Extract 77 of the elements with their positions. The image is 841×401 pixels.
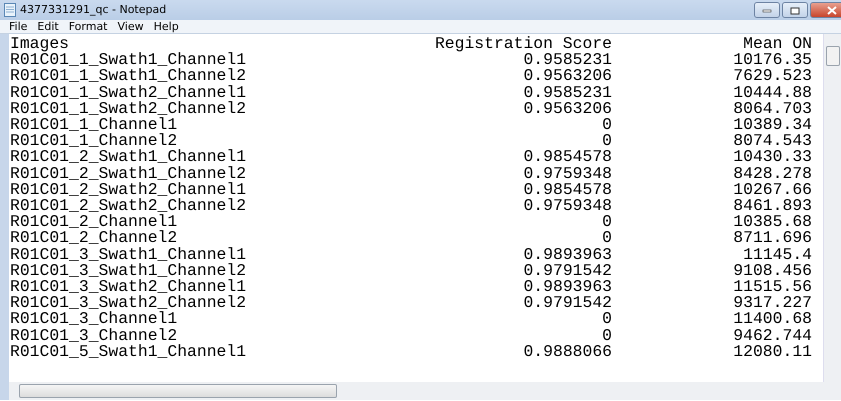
- table-cell-text: 11400.68: [732, 311, 812, 328]
- table-cell-text: R01C01_2_Swath1_Channel2: [10, 166, 248, 182]
- table-cell-text: 0.9791542: [522, 295, 612, 312]
- minimize-button[interactable]: [754, 2, 780, 18]
- table-cell-text: 8428.278: [732, 166, 812, 182]
- table-cell-text: 0.9854578: [522, 149, 612, 166]
- menu-item[interactable]: File: [4, 20, 32, 33]
- table-cell-text: 8064.703: [732, 100, 812, 118]
- table-cell-text: 7629.523: [732, 68, 812, 85]
- table-cell-text: 0.9893963: [522, 279, 612, 296]
- table-cell-text: 11515.56: [732, 279, 812, 296]
- table-cell-text: R01C01_1_Channel1: [10, 117, 178, 134]
- table-cell-text: 0.9563206: [522, 100, 612, 118]
- table-cell-text: 11145.4: [742, 246, 812, 263]
- table-cell-text: 0: [601, 117, 612, 134]
- table-cell-text: R01C01_3_Channel1: [10, 311, 178, 328]
- table-cell-text: 0.9791542: [522, 262, 612, 280]
- minimize-icon: [762, 8, 772, 13]
- table-cell-text: R01C01_2_Channel2: [10, 230, 178, 247]
- table-cell-text: R01C01_1_Swath2_Channel1: [10, 84, 248, 101]
- table-cell-text: 10267.66: [732, 182, 812, 198]
- close-button[interactable]: [810, 2, 841, 18]
- table-cell-text: 0.9854578: [522, 182, 612, 198]
- table-cell-text: 0: [601, 214, 612, 230]
- table-cell-text: 9317.227: [732, 295, 812, 312]
- table-cell-text: 0: [601, 311, 612, 328]
- scroll-thumb[interactable]: [19, 384, 337, 398]
- table-cell-text: 0.9888066: [522, 344, 612, 360]
- table-cell-text: 9108.456: [732, 262, 812, 280]
- table-cell-text: 0.9585231: [523, 52, 612, 68]
- table-cell-text: 10176.35: [732, 52, 812, 68]
- table-cell-text: 0.9759348: [522, 198, 612, 214]
- table-cell-text: 0: [601, 230, 612, 247]
- window-title: 4377331291_qc - Notepad: [20, 2, 168, 18]
- notepad-icon: [4, 3, 16, 17]
- table-cell-text: R01C01_3_Swath2_Channel1: [10, 279, 248, 296]
- table-cell-text: R01C01_3_Swath1_Channel1: [10, 246, 248, 263]
- table-cell-text: 8461.893: [732, 198, 812, 214]
- menu-item[interactable]: Help: [148, 20, 184, 33]
- table-cell-text: R01C01_3_Channel2: [10, 328, 178, 344]
- table-cell-text: R01C01_2_Swath2_Channel2: [10, 198, 248, 214]
- maximize-icon: [790, 6, 800, 15]
- table-cell-text: R01C01_3_Swath2_Channel2: [10, 295, 248, 312]
- table-cell-text: 10385.68: [732, 214, 812, 230]
- vertical-scrollbar[interactable]: [823, 34, 841, 382]
- table-cell-text: 9462.744: [732, 328, 812, 344]
- table-cell-text: 12080.11: [732, 344, 812, 360]
- menu-item[interactable]: View: [112, 20, 149, 33]
- table-cell-text: R01C01_1_Swath1_Channel2: [10, 68, 248, 85]
- table-cell-text: 0.9893963: [522, 246, 612, 263]
- menu-item[interactable]: Format: [64, 20, 112, 33]
- column-header: Registration Score: [434, 36, 612, 52]
- table-cell-text: R01C01_3_Swath1_Channel2: [10, 262, 248, 280]
- table-cell-text: R01C01_1_Swath1_Channel1: [10, 52, 248, 68]
- table-cell-text: 10430.33: [732, 149, 812, 166]
- column-header: Mean ON: [742, 36, 812, 52]
- table-cell-text: 10444.88: [732, 84, 812, 101]
- maximize-button[interactable]: [782, 2, 808, 18]
- table-cell-text: 0: [601, 328, 612, 344]
- horizontal-scrollbar[interactable]: [0, 382, 841, 400]
- table-cell-text: 10389.34: [732, 117, 812, 134]
- table-cell-text: R01C01_5_Swath1_Channel1: [10, 344, 248, 360]
- table-cell-text: 0: [602, 133, 612, 150]
- menu-item[interactable]: Edit: [32, 20, 64, 33]
- table-cell-text: 8711.696: [732, 230, 812, 247]
- table-cell-text: R01C01_2_Swath1_Channel1: [10, 149, 248, 166]
- close-icon: [826, 6, 836, 16]
- column-header: Images: [10, 36, 70, 52]
- table-cell-text: R01C01_1_Swath2_Channel2: [10, 100, 248, 118]
- table-cell-text: 8074.543: [732, 133, 812, 150]
- table-cell-text: 0.9759348: [522, 166, 612, 182]
- table-cell-text: R01C01_2_Swath2_Channel1: [10, 182, 248, 198]
- table-cell-text: R01C01_1_Channel2: [10, 133, 178, 150]
- table-cell-text: R01C01_2_Channel1: [10, 214, 178, 230]
- scroll-thumb[interactable]: [826, 46, 840, 66]
- table-cell-text: 0.9585231: [522, 84, 612, 101]
- table-cell-text: 0.9563206: [522, 68, 612, 85]
